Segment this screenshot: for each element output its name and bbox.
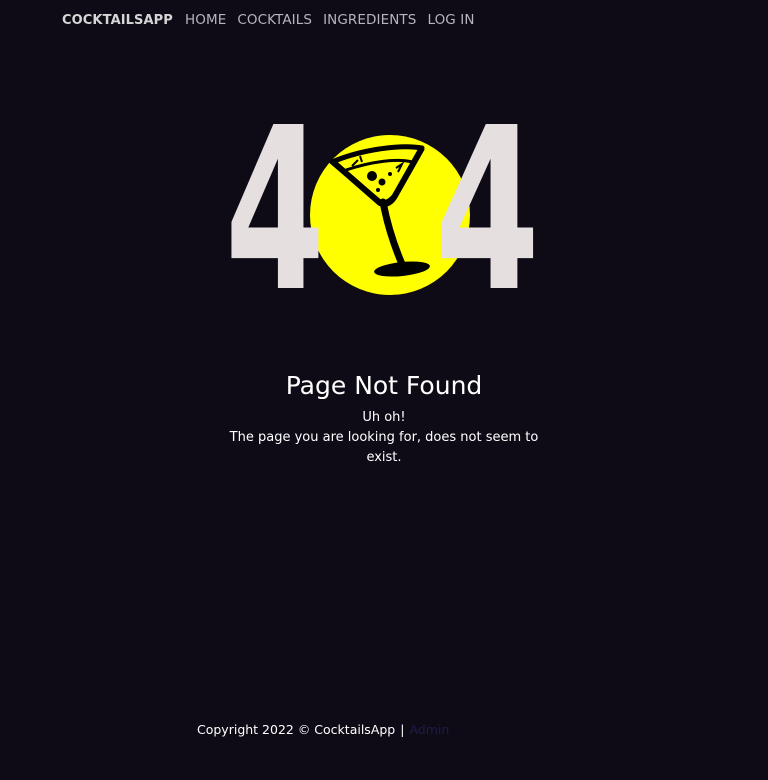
nav-link-cocktails[interactable]: COCKTAILS xyxy=(237,12,312,28)
brand-link[interactable]: COCKTAILSAPP xyxy=(62,13,173,28)
copyright-text: Copyright 2022 © CocktailsApp xyxy=(197,722,396,737)
nav-link-login[interactable]: LOG IN xyxy=(427,12,474,28)
digit-four-left: 4 xyxy=(225,110,325,300)
nav-link-home[interactable]: HOME xyxy=(185,12,226,28)
footer-separator: | xyxy=(400,722,405,737)
nav-link-ingredients[interactable]: INGREDIENTS xyxy=(323,12,416,28)
page-title: Page Not Found xyxy=(285,371,483,400)
error-description: The page you are looking for, does not s… xyxy=(229,430,539,465)
navbar: COCKTAILSAPP HOME COCKTAILS INGREDIENTS … xyxy=(0,0,768,40)
nav-links: HOME COCKTAILS INGREDIENTS LOG IN xyxy=(185,12,475,28)
page: COCKTAILSAPP HOME COCKTAILS INGREDIENTS … xyxy=(0,0,768,780)
error-404-graphic: 4 4 xyxy=(0,110,768,300)
footer: Copyright 2022 © CocktailsApp | Admin xyxy=(197,722,449,737)
error-subtitle: Uh oh! xyxy=(362,410,406,425)
admin-link[interactable]: Admin xyxy=(409,722,449,737)
error-404-svg: 4 4 xyxy=(225,110,540,300)
digit-four-right: 4 xyxy=(435,110,540,300)
error-message: Page Not Found Uh oh! The page you are l… xyxy=(0,370,768,468)
